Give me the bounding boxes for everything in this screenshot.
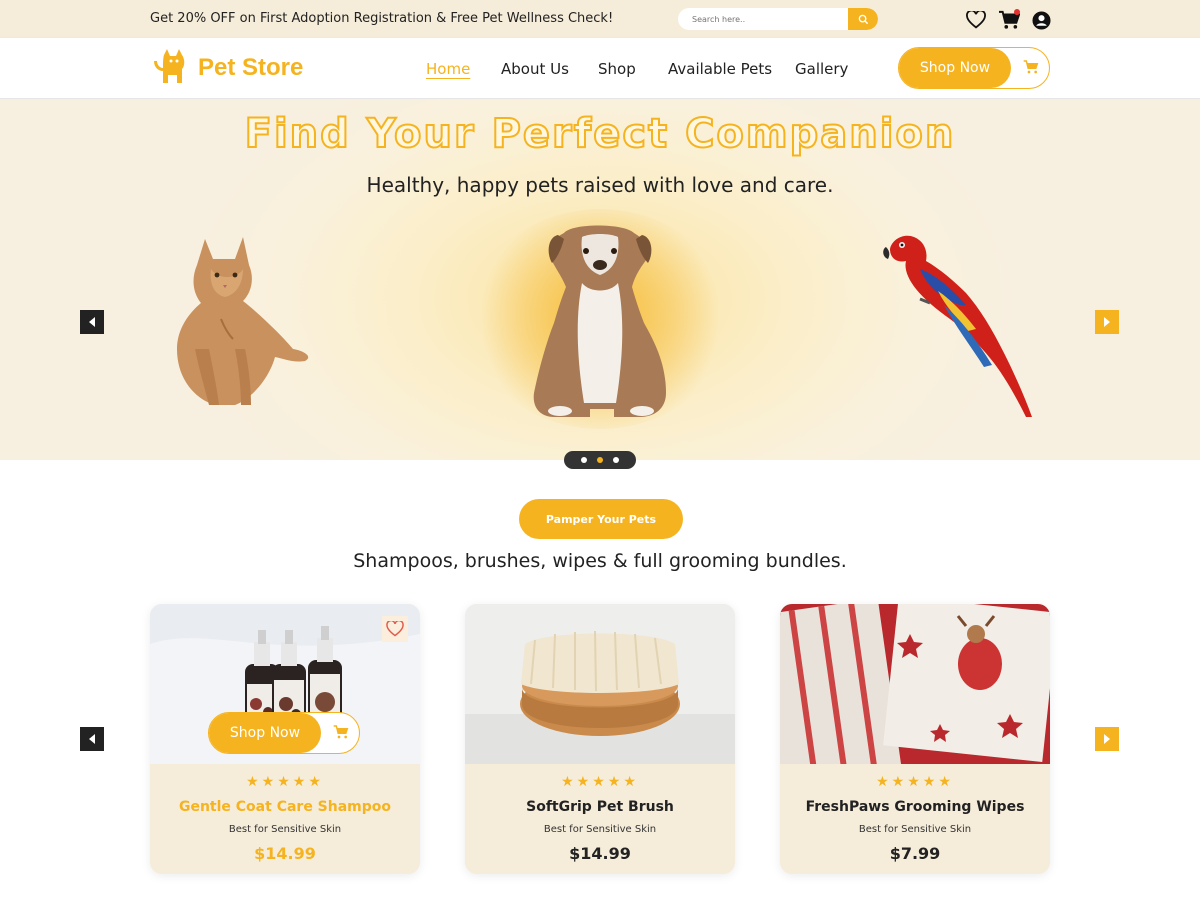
cart-icon[interactable] (333, 724, 349, 744)
user-icon (1031, 10, 1051, 30)
shop-now-button[interactable]: Shop Now (209, 713, 321, 753)
carousel-dot-3[interactable] (613, 457, 619, 463)
nav-available-pets[interactable]: Available Pets (668, 60, 772, 78)
star-rating: ★★★★★ (561, 774, 639, 790)
main-header: Pet Store Home About Us Shop Available P… (0, 38, 1200, 99)
chevron-left-icon (89, 734, 95, 744)
heart-icon (966, 11, 986, 29)
header-shop-now: Shop Now (898, 47, 1050, 89)
card-shop-now: Shop Now (208, 712, 360, 754)
hero-title: Find Your Perfect Companion (244, 110, 956, 158)
nav-about-us[interactable]: About Us (501, 60, 569, 78)
hero-next-button[interactable] (1095, 310, 1119, 334)
chevron-right-icon (1104, 734, 1110, 744)
carousel-indicators (564, 451, 636, 469)
product-price: $7.99 (889, 844, 941, 863)
logo[interactable]: Pet Store (150, 49, 303, 87)
product-price: $14.99 (569, 844, 631, 863)
carousel-dot-1[interactable] (581, 457, 587, 463)
heart-icon (386, 621, 404, 637)
product-note: Best for Sensitive Skin (858, 824, 972, 835)
pamper-your-pets-button[interactable]: Pamper Your Pets (519, 499, 683, 539)
product-note: Best for Sensitive Skin (543, 824, 657, 835)
products-next-button[interactable] (1095, 727, 1119, 751)
product-image (465, 604, 735, 764)
hero-subtitle: Healthy, happy pets raised with love and… (366, 173, 834, 197)
product-info: ★★★★★ FreshPaws Grooming Wipes Best for … (780, 764, 1050, 874)
product-info: ★★★★★ SoftGrip Pet Brush Best for Sensit… (465, 764, 735, 874)
product-image (780, 604, 1050, 764)
star-rating: ★★★★★ (246, 774, 324, 790)
product-price: $14.99 (254, 844, 316, 863)
promo-bar: Get 20% OFF on First Adoption Registrati… (0, 0, 1200, 38)
cart-button[interactable] (998, 9, 1020, 31)
wishlist-button[interactable] (382, 616, 408, 642)
cat-logo-icon (154, 49, 185, 83)
products-prev-button[interactable] (80, 727, 104, 751)
search-box (678, 8, 878, 30)
star-rating: ★★★★★ (876, 774, 954, 790)
cart-notification-dot (1014, 9, 1020, 15)
wishlist-button[interactable] (965, 9, 987, 31)
search-icon (858, 14, 868, 24)
product-note: Best for Sensitive Skin (228, 824, 342, 835)
nav-shop[interactable]: Shop (598, 60, 636, 78)
nav-gallery[interactable]: Gallery (795, 60, 848, 78)
logo-text: Pet Store (198, 54, 304, 81)
cat-image (177, 237, 309, 405)
search-input[interactable] (678, 8, 848, 30)
product-card[interactable]: ★★★★★ SoftGrip Pet Brush Best for Sensit… (465, 604, 735, 874)
product-name[interactable]: FreshPaws Grooming Wipes (780, 799, 1050, 815)
hero-prev-button[interactable] (80, 310, 104, 334)
carousel-dot-2[interactable] (597, 457, 603, 463)
chevron-left-icon (89, 317, 95, 327)
search-button[interactable] (848, 8, 878, 30)
product-info: ★★★★★ Gentle Coat Care Shampoo Best for … (150, 764, 420, 874)
cart-icon[interactable] (1023, 59, 1039, 79)
parrot-image (883, 235, 1032, 417)
shop-now-button[interactable]: Shop Now (899, 48, 1011, 88)
chevron-right-icon (1104, 317, 1110, 327)
nav-home[interactable]: Home (426, 60, 470, 78)
hero-carousel: Find Your Perfect Companion Healthy, hap… (0, 99, 1200, 460)
product-name[interactable]: Gentle Coat Care Shampoo (150, 799, 420, 815)
puppy-image (533, 225, 666, 417)
promo-text: Get 20% OFF on First Adoption Registrati… (150, 11, 614, 26)
product-card[interactable]: ★★★★★ FreshPaws Grooming Wipes Best for … (780, 604, 1050, 874)
section-subtitle: Shampoos, brushes, wipes & full grooming… (353, 550, 847, 572)
product-card[interactable]: Shop Now ★★★★★ Gentle Coat Care Shampoo … (150, 604, 420, 874)
product-name[interactable]: SoftGrip Pet Brush (465, 799, 735, 815)
account-button[interactable] (1030, 9, 1052, 31)
